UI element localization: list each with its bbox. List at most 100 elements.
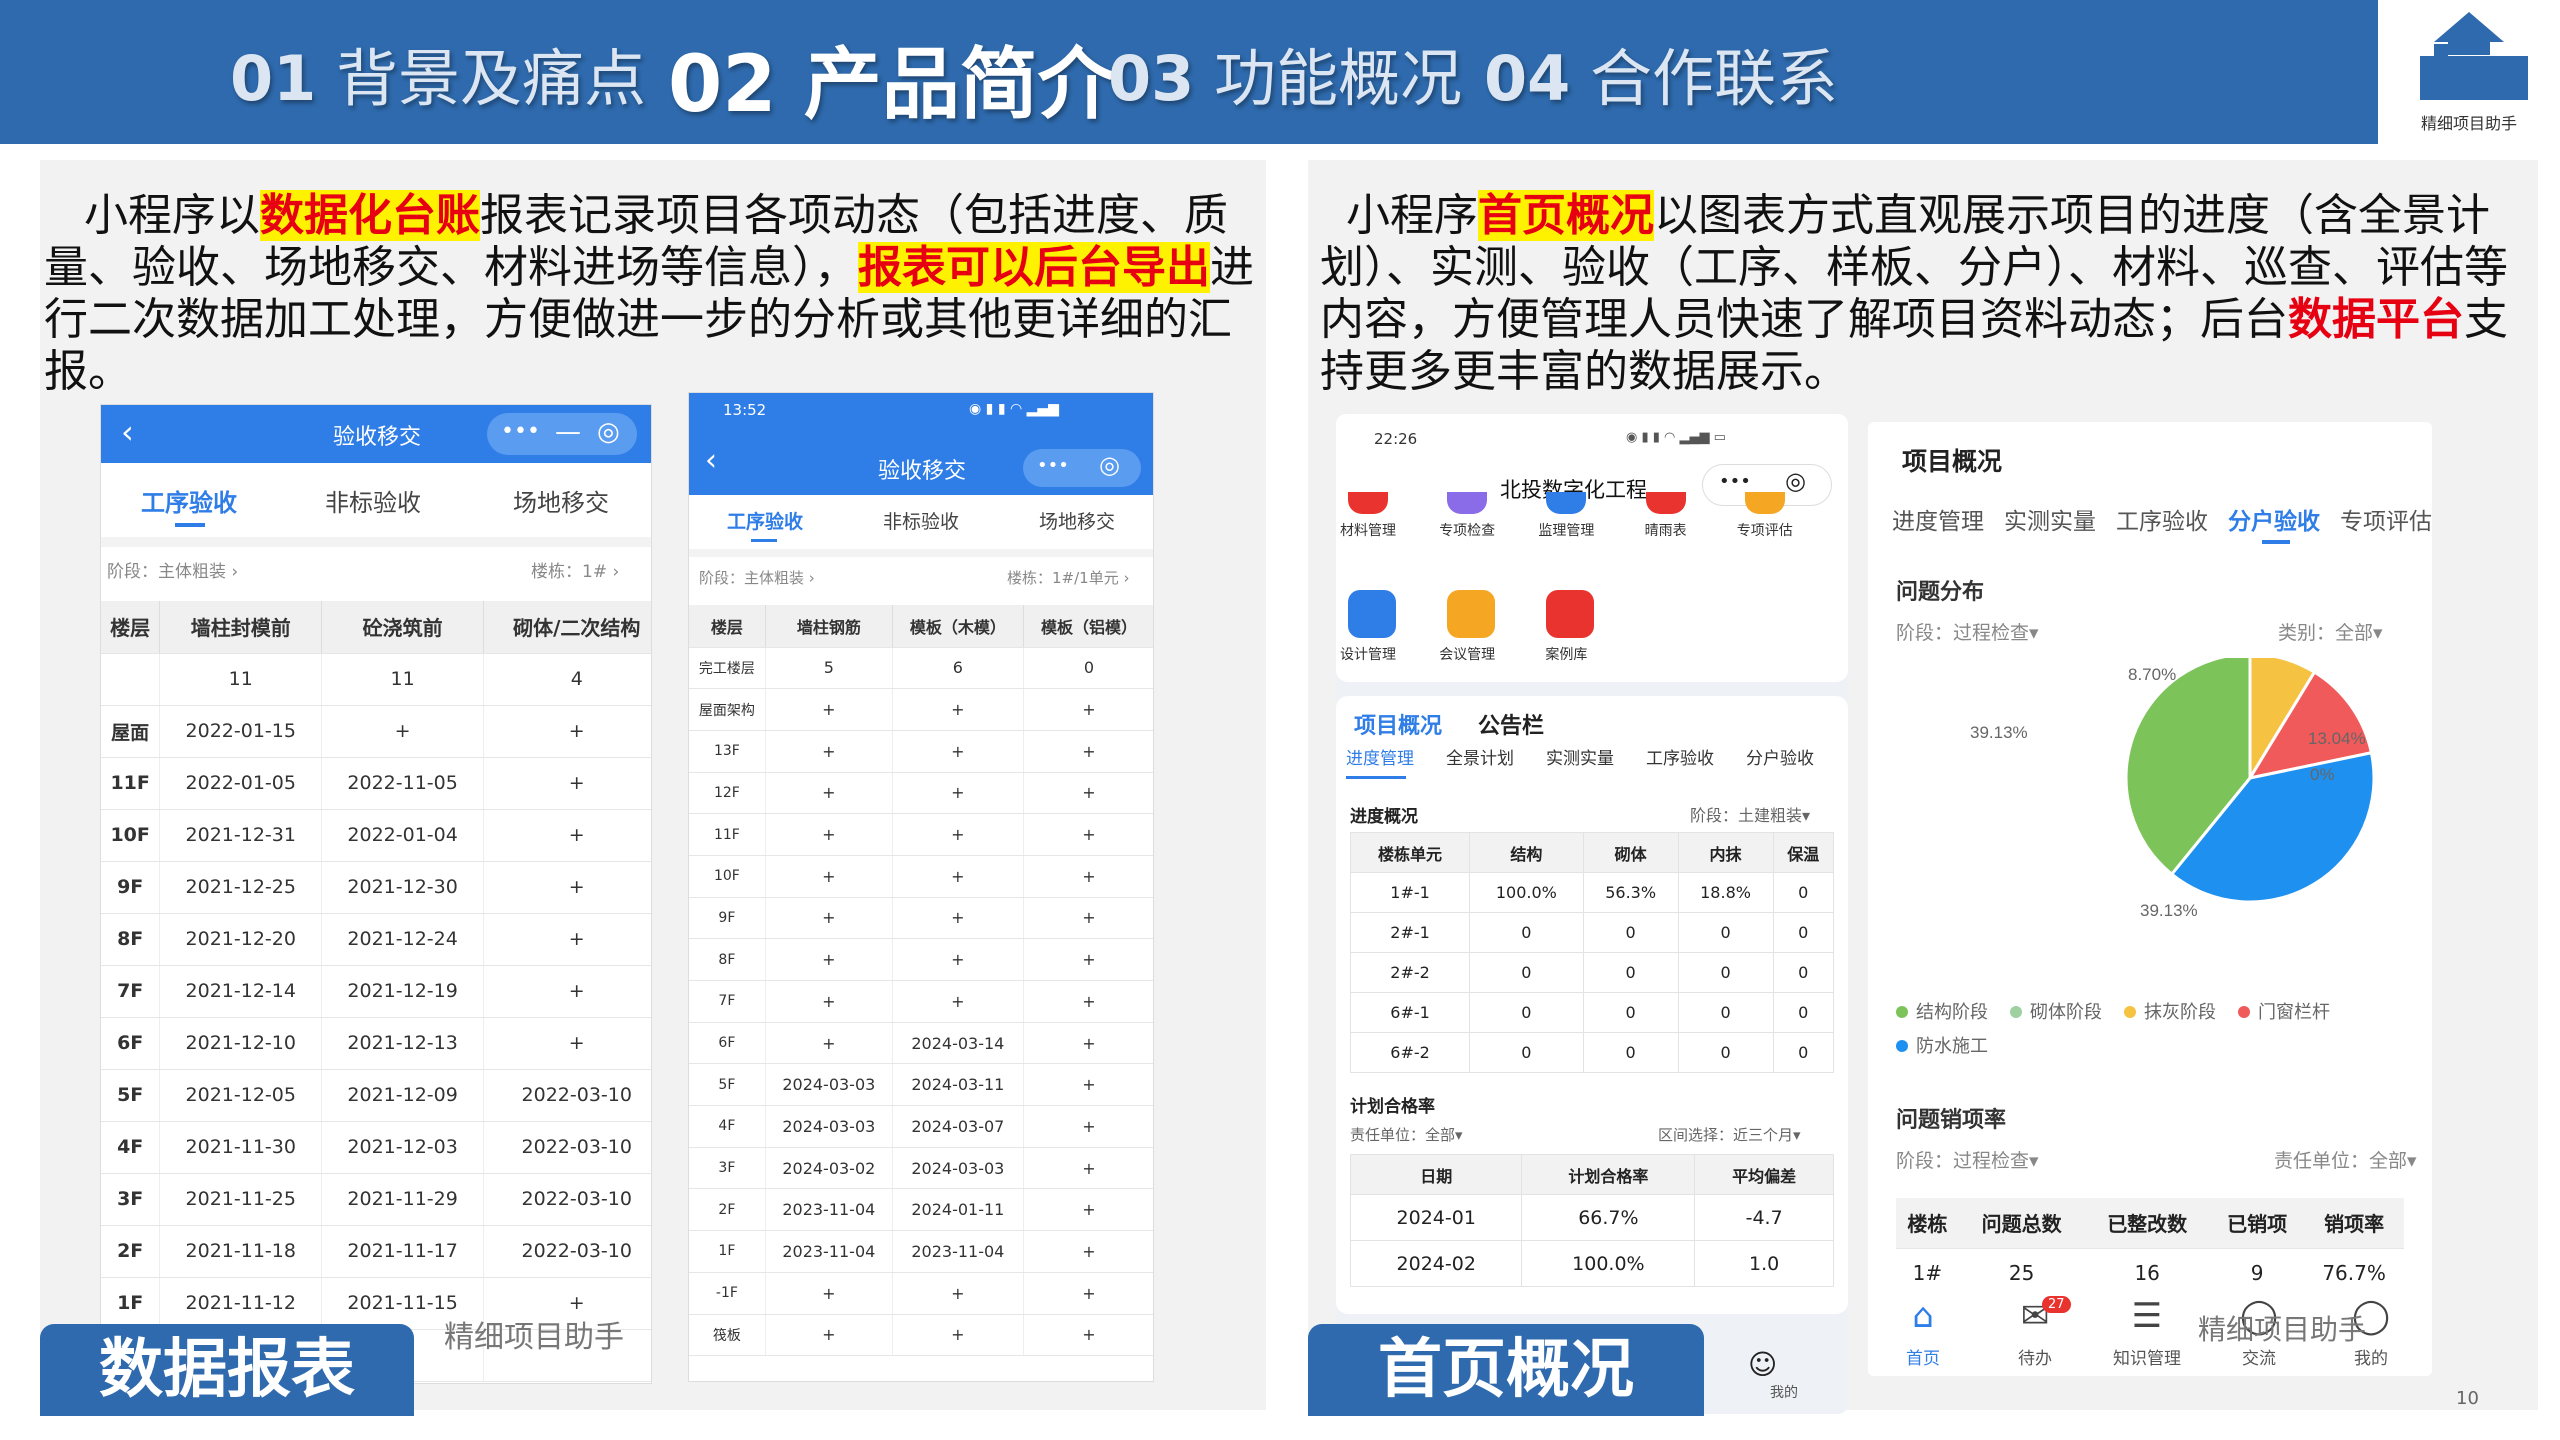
menu-label[interactable]: 案例库 <box>1528 644 1604 664</box>
tab-site-handover[interactable]: 场地移交 <box>1039 507 1115 534</box>
home-icon[interactable]: ⌂ <box>1898 1296 1948 1336</box>
date-cell[interactable]: + <box>1023 938 1153 981</box>
legend-item[interactable]: 抹灰阶段 <box>2124 996 2216 1030</box>
legend-item[interactable]: 门窗栏杆 <box>2238 996 2330 1030</box>
tab-process-acceptance[interactable]: 工序验收 <box>727 507 803 534</box>
date-cell[interactable]: 2023-11-04 <box>765 1230 893 1273</box>
date-cell[interactable]: 2021-12-20 <box>159 913 323 966</box>
date-cell[interactable]: 2024-03-11 <box>892 1063 1024 1107</box>
more-icon[interactable]: ••• <box>501 419 540 444</box>
date-cell[interactable]: 2024-03-03 <box>765 1105 893 1148</box>
date-cell[interactable]: 2021-12-05 <box>159 1069 323 1122</box>
date-cell[interactable]: + <box>892 730 1024 773</box>
capsule-menu[interactable]: ••• ◎ <box>1023 449 1141 487</box>
minimize-icon[interactable]: — <box>555 417 581 447</box>
date-cell[interactable]: 2021-11-25 <box>159 1173 323 1226</box>
date-cell[interactable]: + <box>765 855 893 898</box>
date-cell[interactable]: + <box>765 1314 893 1357</box>
stage-dropdown-2[interactable]: 阶段：过程检查▾ <box>1896 1146 2039 1173</box>
responsible-unit-dropdown[interactable]: 责任单位：全部▾ <box>1350 1124 1463 1145</box>
date-cell[interactable]: + <box>1023 688 1153 731</box>
date-cell[interactable]: + <box>765 938 893 981</box>
date-cell[interactable]: 2024-03-03 <box>765 1063 893 1107</box>
date-cell[interactable]: + <box>765 688 893 731</box>
date-cell[interactable]: 2021-12-24 <box>321 913 485 966</box>
date-cell[interactable]: 2022-01-15 <box>159 705 323 758</box>
date-cell[interactable]: 2021-12-31 <box>159 809 323 862</box>
capsule-menu[interactable]: ••• — ◎ <box>487 413 637 455</box>
date-cell[interactable]: + <box>892 855 1024 898</box>
close-circle-icon[interactable]: ◎ <box>597 417 620 447</box>
menu-label[interactable]: 晴雨表 <box>1628 520 1704 540</box>
date-cell[interactable]: 0 <box>1023 647 1153 690</box>
range-dropdown[interactable]: 区间选择：近三个月▾ <box>1658 1124 1801 1145</box>
stage-dropdown[interactable]: 阶段：过程检查▾ <box>1896 618 2039 645</box>
more-icon[interactable]: ••• <box>1037 455 1069 476</box>
date-cell[interactable]: 2021-12-13 <box>321 1017 485 1070</box>
profile-icon[interactable]: ☺ <box>1748 1348 1777 1381</box>
date-cell[interactable]: + <box>765 813 893 856</box>
menu-icon[interactable] <box>1546 590 1595 638</box>
date-cell[interactable]: + <box>765 772 893 815</box>
menu-icon[interactable] <box>1447 590 1496 638</box>
menu-label[interactable]: 专项评估 <box>1727 520 1803 540</box>
date-cell[interactable]: + <box>1023 813 1153 856</box>
tab-bulletin[interactable]: 公告栏 <box>1478 708 1544 740</box>
date-cell[interactable]: 2022-01-04 <box>321 809 485 862</box>
date-cell[interactable]: + <box>483 757 651 810</box>
date-cell[interactable]: + <box>483 965 651 1018</box>
date-cell[interactable]: 11 <box>321 653 485 706</box>
date-cell[interactable]: 2024-03-14 <box>892 1022 1024 1065</box>
date-cell[interactable]: 2024-03-02 <box>765 1147 893 1190</box>
menu-icon[interactable] <box>1348 590 1396 638</box>
date-cell[interactable]: + <box>1023 1188 1153 1232</box>
nav-label[interactable]: 首页 <box>1878 1344 1968 1369</box>
date-cell[interactable]: 2024-03-07 <box>892 1105 1024 1148</box>
date-cell[interactable]: 2021-12-19 <box>321 965 485 1018</box>
stage-selector[interactable]: 阶段：主体粗装 › <box>699 567 815 588</box>
date-cell[interactable]: + <box>892 980 1024 1023</box>
date-cell[interactable]: 2021-11-30 <box>159 1121 323 1174</box>
tab-nonstandard-acceptance[interactable]: 非标验收 <box>325 483 421 518</box>
date-cell[interactable]: 2023-11-04 <box>765 1188 893 1232</box>
date-cell[interactable]: 2021-11-17 <box>321 1225 485 1278</box>
sub-tab[interactable]: 全景计划 <box>1446 744 1514 769</box>
date-cell[interactable]: + <box>1023 1272 1153 1315</box>
overview-tab[interactable]: 实测实量 <box>2004 502 2096 536</box>
menu-label[interactable]: 会议管理 <box>1429 644 1505 664</box>
overview-tab[interactable]: 专项评估 <box>2340 502 2432 536</box>
date-cell[interactable]: + <box>892 1314 1024 1357</box>
date-cell[interactable]: + <box>483 705 651 758</box>
date-cell[interactable]: + <box>892 897 1024 940</box>
overview-tab[interactable]: 进度管理 <box>1892 502 1984 536</box>
date-cell[interactable]: + <box>765 897 893 940</box>
legend-item[interactable]: 防水施工 <box>1896 1030 1988 1064</box>
date-cell[interactable]: 4 <box>483 653 651 706</box>
date-cell[interactable]: + <box>765 1272 893 1315</box>
date-cell[interactable]: 2021-12-25 <box>159 861 323 914</box>
nav-item-product[interactable]: 02 产品简介 <box>668 22 1116 134</box>
date-cell[interactable]: 2021-12-30 <box>321 861 485 914</box>
date-cell[interactable]: 2022-03-10 <box>483 1121 651 1174</box>
sub-tab[interactable]: 进度管理 <box>1346 744 1414 769</box>
menu-label[interactable]: 监理管理 <box>1528 520 1604 540</box>
menu-icon[interactable] <box>1645 492 1686 514</box>
date-cell[interactable]: + <box>321 705 485 758</box>
nav-label[interactable]: 知识管理 <box>2102 1344 2192 1369</box>
close-circle-icon[interactable]: ◎ <box>1099 451 1120 479</box>
date-cell[interactable]: 2021-12-14 <box>159 965 323 1018</box>
date-cell[interactable]: + <box>1023 855 1153 898</box>
date-cell[interactable]: + <box>765 980 893 1023</box>
legend-item[interactable]: 结构阶段 <box>1896 996 1988 1030</box>
date-cell[interactable]: 2023-11-04 <box>892 1230 1024 1273</box>
menu-label[interactable]: 专项检查 <box>1429 520 1505 540</box>
building-selector[interactable]: 楼栋：1# › <box>531 557 619 582</box>
nav-item-features[interactable]: 03 功能概况 <box>1108 28 1462 118</box>
date-cell[interactable]: + <box>1023 1022 1153 1065</box>
date-cell[interactable]: 5 <box>765 647 893 690</box>
nav-item-background[interactable]: 01 背景及痛点 <box>230 28 646 118</box>
tab-nonstandard-acceptance[interactable]: 非标验收 <box>883 507 959 534</box>
date-cell[interactable]: 6 <box>892 647 1024 690</box>
date-cell[interactable]: 2024-01-11 <box>892 1188 1024 1232</box>
date-cell[interactable]: 2021-11-12 <box>159 1277 323 1330</box>
